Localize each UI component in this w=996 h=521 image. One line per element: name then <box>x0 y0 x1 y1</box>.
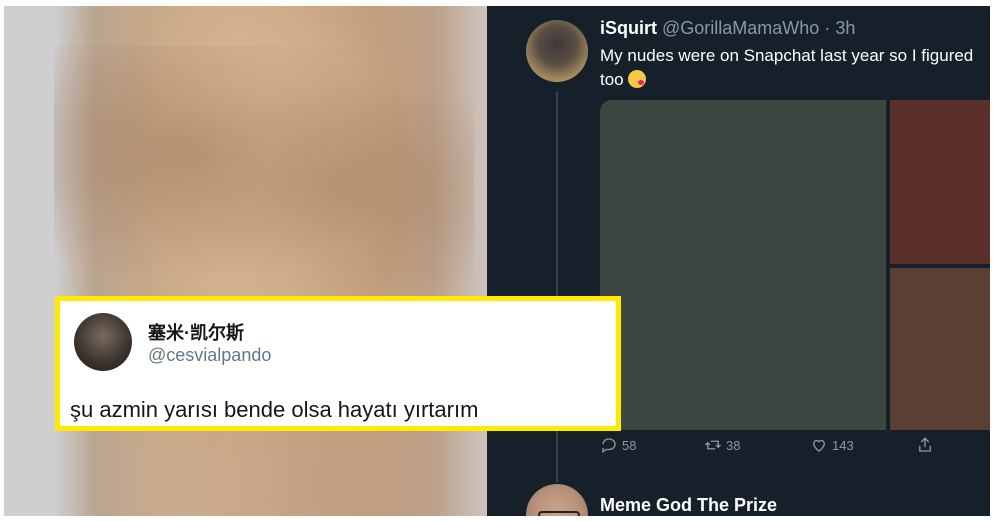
reply-action[interactable]: 58 <box>600 436 636 454</box>
glasses-detail <box>538 511 580 516</box>
like-action[interactable]: 143 <box>810 436 854 454</box>
reply-icon <box>602 438 616 454</box>
quote-author-handle[interactable]: @cesvialpando <box>148 345 271 366</box>
quote-author-name[interactable]: 塞米·凯尔斯 <box>148 319 244 345</box>
tweet-text-line-2: too <box>600 70 624 89</box>
quote-tweet-card[interactable]: 塞米·凯尔斯 @cesvialpando şu azmin yarısı ben… <box>55 296 621 431</box>
retweet-action[interactable]: 38 <box>704 436 740 454</box>
tweet-actions: 58 38 143 <box>600 436 980 460</box>
author-display-name[interactable]: iSquirt <box>600 18 657 38</box>
reply-author-name[interactable]: Meme God The Prize <box>600 495 777 516</box>
share-action[interactable] <box>916 436 934 454</box>
media-image-2[interactable] <box>890 100 990 264</box>
kissing-face-emoji-icon <box>628 70 647 88</box>
author-handle[interactable]: @GorillaMamaWho <box>662 18 819 38</box>
photo-shading-detail <box>54 46 474 306</box>
reply-author-avatar[interactable] <box>526 484 588 516</box>
quote-author-avatar[interactable] <box>74 313 132 371</box>
reply-count: 58 <box>622 437 637 453</box>
share-icon <box>919 437 931 452</box>
like-count: 143 <box>832 437 854 453</box>
heart-icon <box>813 439 825 452</box>
tweet-author-line: iSquirt @GorillaMamaWho · 3h <box>600 18 855 39</box>
tweet-media-grid[interactable] <box>600 100 990 430</box>
tweet-timestamp[interactable]: 3h <box>835 18 855 38</box>
retweet-icon <box>705 440 721 450</box>
quote-tweet-text: şu azmin yarısı bende olsa hayatı yırtar… <box>70 397 479 422</box>
tweet-text: My nudes were on Snapchat last year so I… <box>600 44 990 92</box>
collage-frame: iSquirt @GorillaMamaWho · 3h My nudes we… <box>0 0 996 521</box>
media-image-1[interactable] <box>600 100 886 430</box>
tweet-thread-panel: iSquirt @GorillaMamaWho · 3h My nudes we… <box>487 6 990 516</box>
retweet-count: 38 <box>726 437 741 453</box>
tweet-text-line-1: My nudes were on Snapchat last year so I… <box>600 46 974 65</box>
tweet-text-line-2-row: too <box>600 68 990 92</box>
meta-separator: · <box>819 18 836 38</box>
author-avatar[interactable] <box>526 20 588 82</box>
media-image-3[interactable] <box>890 268 990 430</box>
background-photo <box>4 6 510 516</box>
